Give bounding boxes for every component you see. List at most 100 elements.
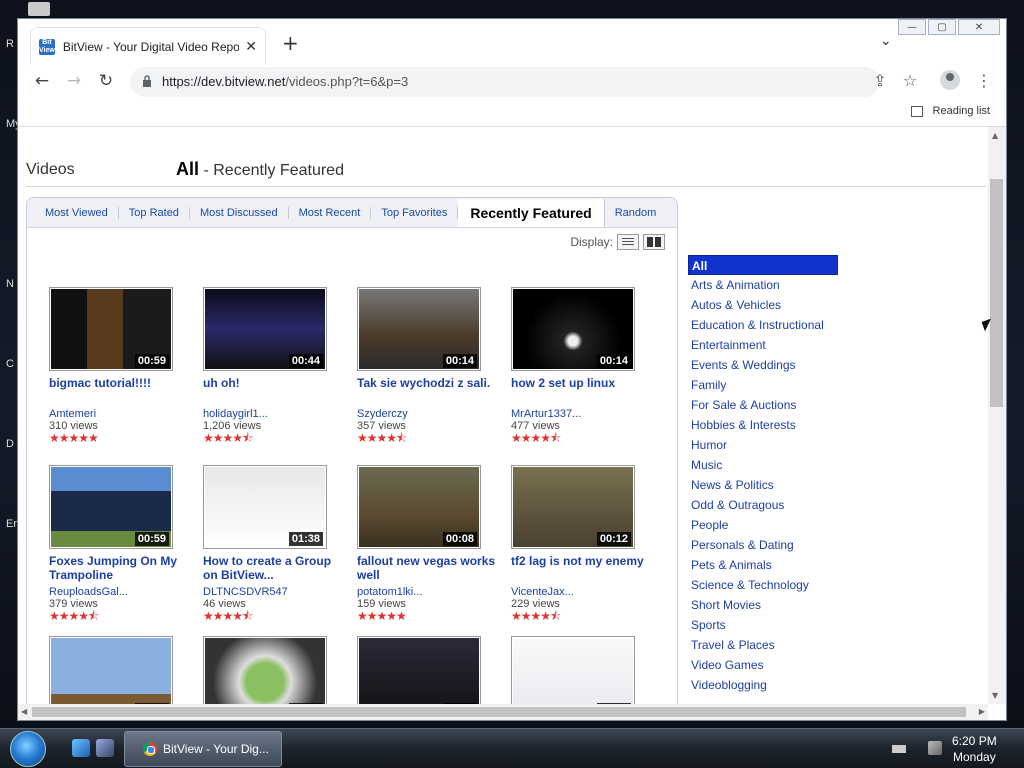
video-uploader-link[interactable]: VicenteJax... [511, 586, 651, 598]
video-thumbnail[interactable]: 00:57 [49, 636, 173, 704]
start-button-icon[interactable] [10, 731, 46, 767]
video-duration: 00:44 [288, 354, 323, 368]
video-thumbnail[interactable]: 01:38 [203, 465, 327, 549]
tab-close-icon[interactable]: ✕ [245, 39, 257, 55]
category-link[interactable]: Video Games [688, 655, 838, 675]
video-uploader-link[interactable]: ReuploadsGal... [49, 586, 189, 598]
category-link[interactable]: Videoblogging [688, 675, 838, 695]
network-icon[interactable] [928, 741, 942, 755]
category-link[interactable]: Hobbies & Interests [688, 415, 838, 435]
tab-top-rated[interactable]: Top Rated [119, 206, 190, 219]
category-link[interactable]: Humor [688, 435, 838, 455]
video-title-link[interactable]: How to create a Group on BitView... [203, 554, 343, 586]
grid-view-icon[interactable] [643, 234, 665, 250]
desktop-icon-label[interactable]: N [6, 278, 14, 290]
keyboard-icon[interactable] [892, 745, 906, 753]
internet-explorer-icon[interactable] [72, 739, 90, 757]
minimize-icon[interactable]: — [898, 19, 926, 35]
scroll-down-icon[interactable]: ▼ [992, 691, 998, 700]
video-uploader-link[interactable]: MrArtur1337... [511, 408, 651, 420]
category-link[interactable]: Science & Technology [688, 575, 838, 595]
tab-search-chevron-icon[interactable]: ⌄ [880, 33, 892, 49]
video-title-link[interactable]: Tak sie wychodzi z sali. [357, 376, 497, 408]
category-link[interactable]: Personals & Dating [688, 535, 838, 555]
maximize-icon[interactable]: ▢ [928, 19, 956, 35]
category-link[interactable]: Education & Instructional [688, 315, 838, 335]
scroll-left-icon[interactable]: ◀ [21, 707, 27, 716]
video-thumbnail[interactable]: 00:12 [511, 465, 635, 549]
address-bar[interactable]: https://dev.bitview.net/videos.php?t=6&p… [130, 67, 880, 97]
video-title-link[interactable]: Foxes Jumping On My Trampoline [49, 554, 189, 586]
forward-arrow-icon[interactable]: → [62, 69, 86, 93]
recycle-bin-icon[interactable] [28, 2, 50, 16]
scroll-up-icon[interactable]: ▲ [992, 131, 998, 140]
video-title-link[interactable]: how 2 set up linux [511, 376, 651, 408]
tab-top-favorites[interactable]: Top Favorites [371, 206, 459, 219]
desktop-icon-label[interactable]: R [6, 38, 14, 50]
bookmark-star-icon[interactable]: ☆ [898, 69, 922, 93]
video-thumbnail[interactable]: 00:44 [203, 287, 327, 371]
video-thumbnail[interactable]: 00:59 [49, 287, 173, 371]
video-thumbnail[interactable]: 00:59 [49, 465, 173, 549]
vertical-scroll-thumb[interactable] [990, 179, 1003, 407]
horizontal-scrollbar[interactable]: ◀ ▶ [18, 704, 988, 720]
horizontal-scroll-thumb[interactable] [32, 707, 966, 717]
tab-most-discussed[interactable]: Most Discussed [190, 206, 289, 219]
category-link[interactable]: Travel & Places [688, 635, 838, 655]
scroll-right-icon[interactable]: ▶ [979, 707, 985, 716]
category-link[interactable]: Pets & Animals [688, 555, 838, 575]
video-thumbnail[interactable]: 08:52 [203, 636, 327, 704]
system-clock[interactable]: 6:20 PM Monday [952, 733, 997, 765]
video-thumbnail[interactable]: 00:14 [511, 287, 635, 371]
category-link[interactable]: Events & Weddings [688, 355, 838, 375]
tab-recently-featured[interactable]: Recently Featured [458, 198, 605, 227]
desktop-icon-label[interactable]: Er [6, 518, 17, 530]
list-view-icon[interactable] [617, 234, 639, 250]
browser-tab[interactable]: Bit View BitView - Your Digital Video Re… [30, 27, 266, 65]
video-title-link[interactable]: uh oh! [203, 376, 343, 408]
category-link[interactable]: Arts & Animation [688, 275, 838, 295]
new-tab-plus-icon[interactable]: + [282, 31, 299, 55]
video-thumbnail[interactable]: 00:21 [357, 636, 481, 704]
profile-avatar-icon[interactable] [940, 70, 960, 90]
desktop-icon-label[interactable]: D [6, 438, 14, 450]
video-uploader-link[interactable]: DLTNCSDVR547 [203, 586, 343, 598]
video-uploader-link[interactable]: Amtemeri [49, 408, 189, 420]
video-uploader-link[interactable]: holidaygirl1... [203, 408, 343, 420]
tab-random[interactable]: Random [605, 207, 667, 219]
back-arrow-icon[interactable]: ← [30, 69, 54, 93]
category-link[interactable]: Odd & Outragous [688, 495, 838, 515]
video-thumbnail[interactable]: 01:11 [511, 636, 635, 704]
reload-icon[interactable]: ↻ [94, 69, 118, 93]
explorer-icon[interactable] [96, 739, 114, 757]
desktop-icon-label[interactable]: C [6, 358, 14, 370]
vertical-scrollbar[interactable]: ▲ ▼ [988, 127, 1006, 704]
category-link[interactable]: For Sale & Auctions [688, 395, 838, 415]
video-title-link[interactable]: tf2 lag is not my enemy [511, 554, 651, 586]
category-link[interactable]: All [688, 255, 838, 275]
kebab-menu-icon[interactable]: ⋮ [972, 69, 996, 93]
reading-list-button[interactable]: Reading list [910, 105, 990, 117]
video-thumbnail[interactable]: 00:14 [357, 287, 481, 371]
category-link[interactable]: Music [688, 455, 838, 475]
tab-most-viewed[interactable]: Most Viewed [35, 206, 119, 219]
category-link[interactable]: People [688, 515, 838, 535]
category-link[interactable]: Short Movies [688, 595, 838, 615]
category-link[interactable]: Autos & Vehicles [688, 295, 838, 315]
close-window-icon[interactable]: ✕ [958, 19, 1000, 35]
video-thumbnail[interactable]: 00:08 [357, 465, 481, 549]
taskbar-browser-button[interactable]: BitView - Your Dig... [124, 731, 282, 767]
video-title-link[interactable]: fallout new vegas works well [357, 554, 497, 586]
category-link[interactable]: Sports [688, 615, 838, 635]
category-link[interactable]: Entertainment [688, 335, 838, 355]
page-heading: All - Recently Featured [176, 159, 344, 179]
category-link[interactable]: News & Politics [688, 475, 838, 495]
video-title-link[interactable]: bigmac tutorial!!!! [49, 376, 189, 408]
display-label: Display: [570, 235, 613, 249]
url-text[interactable]: https://dev.bitview.net/videos.php?t=6&p… [162, 74, 408, 89]
share-icon[interactable]: ⇪ [868, 69, 892, 93]
video-uploader-link[interactable]: potatom1lki... [357, 586, 497, 598]
tab-most-recent[interactable]: Most Recent [289, 206, 372, 219]
category-link[interactable]: Family [688, 375, 838, 395]
video-uploader-link[interactable]: Szyderczy [357, 408, 497, 420]
